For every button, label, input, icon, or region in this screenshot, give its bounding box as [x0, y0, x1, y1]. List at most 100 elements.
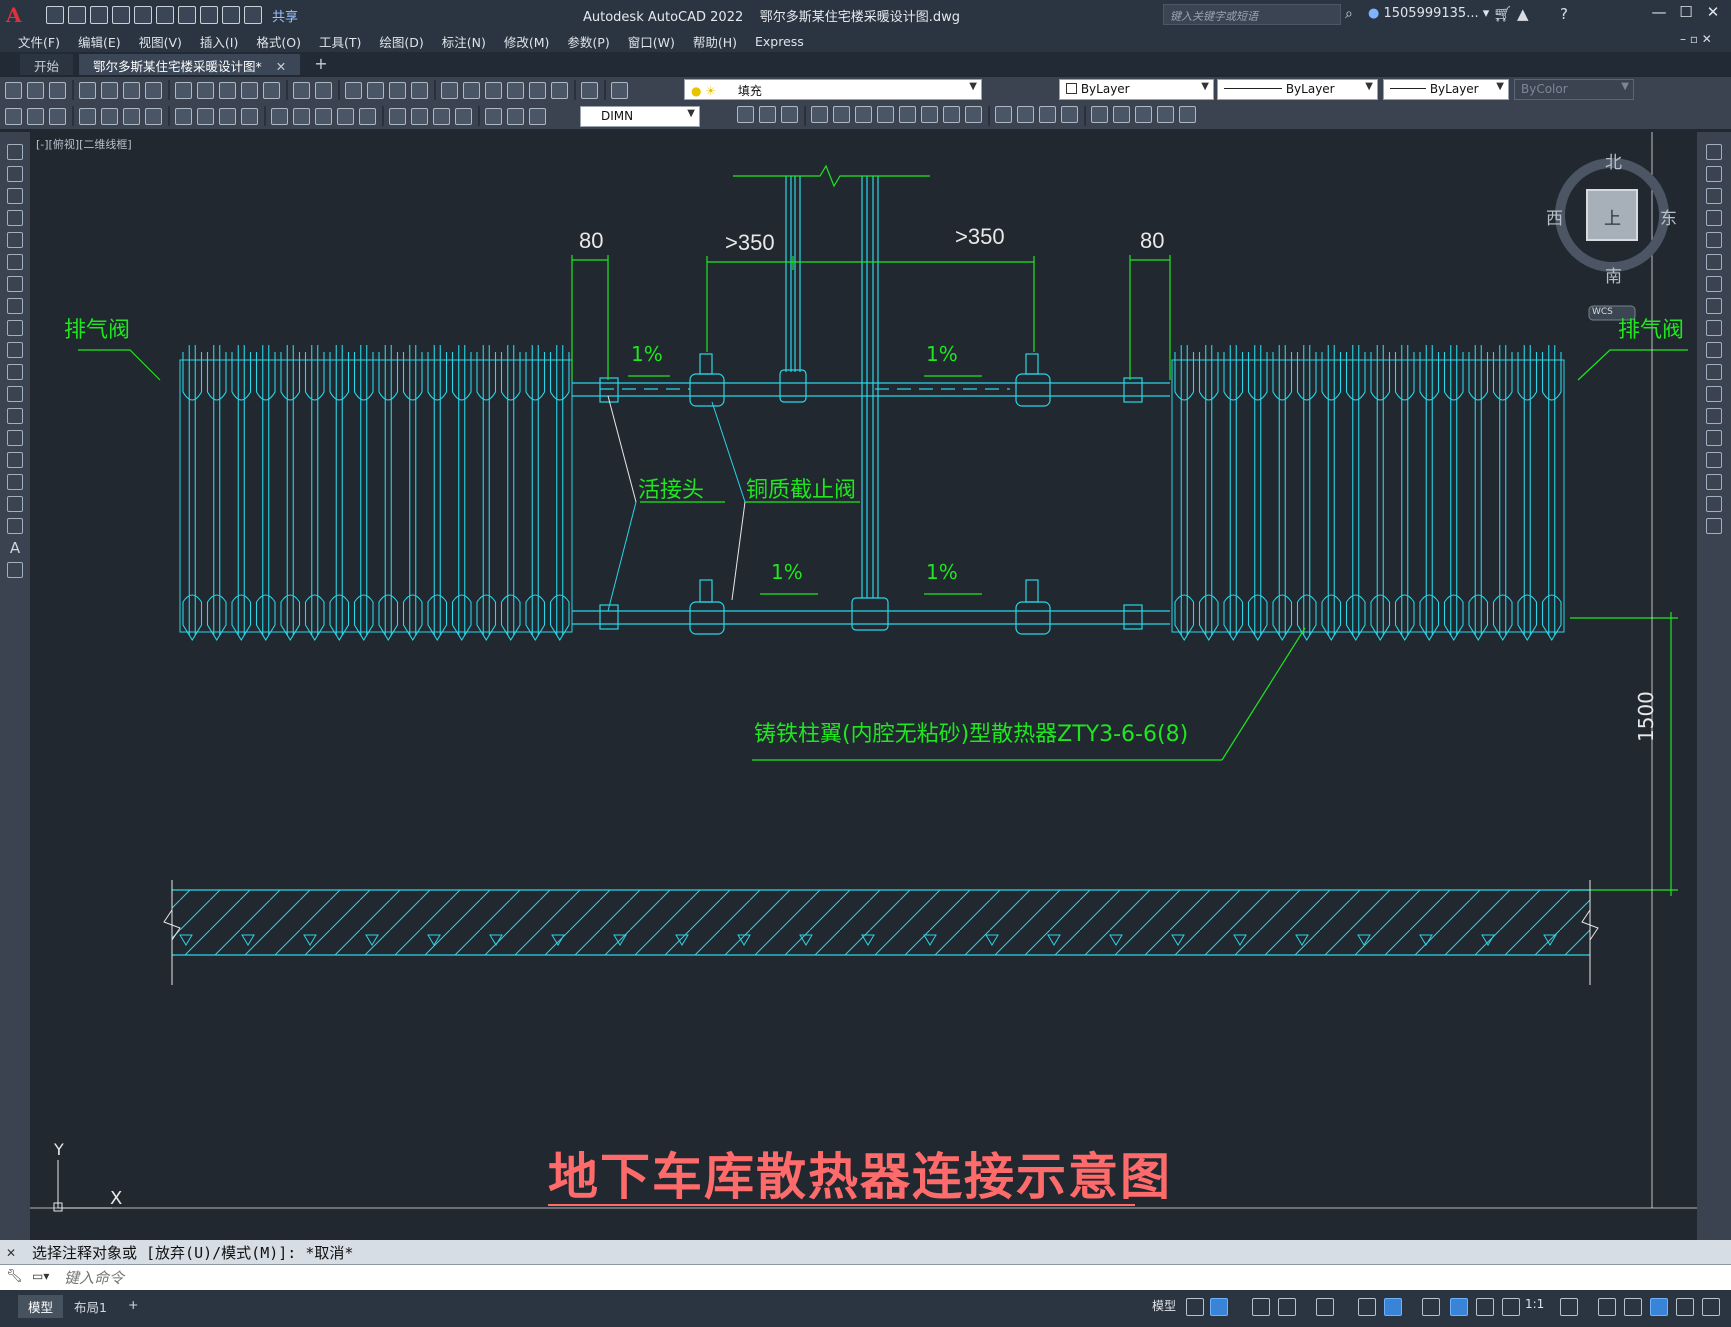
new-file-icon[interactable]: [46, 6, 64, 24]
zoom-previous-icon[interactable]: [411, 81, 428, 99]
close-button[interactable]: ✕: [1700, 3, 1726, 25]
quick-dim-icon[interactable]: [271, 107, 288, 125]
model-space-button[interactable]: 模型: [1152, 1297, 1176, 1317]
markup-icon[interactable]: [529, 81, 546, 99]
viewcube-north[interactable]: 北: [1605, 148, 1622, 173]
rotate-side-icon[interactable]: [1706, 276, 1722, 292]
viewcube[interactable]: [1555, 158, 1669, 321]
match-properties-icon[interactable]: [241, 81, 258, 99]
menu-tools[interactable]: 工具(T): [319, 32, 361, 51]
diameter-dim-icon[interactable]: [219, 107, 236, 125]
menu-parametric[interactable]: 参数(P): [567, 32, 609, 51]
save-web-icon[interactable]: [156, 6, 174, 24]
layer-dropdown[interactable]: ● ☀ 填充 ▼: [684, 79, 982, 100]
pan-icon[interactable]: [345, 81, 362, 99]
menu-draw[interactable]: 绘图(D): [379, 32, 423, 51]
polar-icon[interactable]: [1278, 1298, 1296, 1316]
quick-properties-icon[interactable]: [1650, 1298, 1668, 1316]
gradient-icon[interactable]: [7, 474, 23, 490]
save-toolbar-icon[interactable]: [49, 81, 66, 99]
help-toolbar-icon[interactable]: [581, 81, 598, 99]
join-icon[interactable]: [1017, 106, 1034, 123]
minimize-button[interactable]: —: [1646, 3, 1672, 25]
dim-break-icon[interactable]: [359, 107, 376, 125]
ungroup-icon[interactable]: [1135, 106, 1152, 123]
cut-icon[interactable]: [175, 81, 192, 99]
radius-dim-icon[interactable]: [175, 107, 192, 125]
table-icon[interactable]: [7, 518, 23, 534]
array-side-icon[interactable]: [1706, 232, 1722, 248]
copy-side-icon[interactable]: [1706, 166, 1722, 182]
tab-close-icon[interactable]: ✕: [276, 59, 286, 74]
open-web-icon[interactable]: [134, 6, 152, 24]
undo-icon[interactable]: [200, 6, 218, 24]
menu-format[interactable]: 格式(O): [256, 32, 301, 51]
share-button[interactable]: 共享: [272, 6, 298, 25]
3d-print-icon[interactable]: [145, 81, 162, 99]
tool-palettes-icon[interactable]: [485, 81, 502, 99]
ortho-icon[interactable]: [1252, 1298, 1270, 1316]
block-editor-icon[interactable]: [263, 81, 280, 99]
line-icon[interactable]: [7, 144, 23, 160]
preview-icon[interactable]: [101, 81, 118, 99]
object-snap-tracking-icon[interactable]: [1358, 1298, 1376, 1316]
menu-insert[interactable]: 插入(I): [200, 32, 238, 51]
extend-side-icon[interactable]: [1706, 364, 1722, 380]
isodraft-icon[interactable]: [1316, 1298, 1334, 1316]
command-prompt-icon[interactable]: ▭▾: [32, 1269, 49, 1283]
save-icon[interactable]: [90, 6, 108, 24]
linear-dim-icon[interactable]: [79, 107, 96, 125]
viewcube-top-face[interactable]: 上: [1604, 204, 1621, 229]
menu-view[interactable]: 视图(V): [139, 32, 182, 51]
menu-modify[interactable]: 修改(M): [504, 32, 550, 51]
center-mark-icon[interactable]: [411, 107, 428, 125]
dim-edit-icon[interactable]: [485, 107, 502, 125]
trim-icon[interactable]: [943, 106, 960, 123]
tab-start[interactable]: 开始: [20, 54, 74, 75]
polygon-icon[interactable]: [7, 210, 23, 226]
break-icon[interactable]: [995, 106, 1012, 123]
array-icon[interactable]: [833, 106, 850, 123]
sheet-set-icon[interactable]: [507, 81, 524, 99]
dim-tool-icon[interactable]: [27, 107, 44, 125]
explode-side-icon[interactable]: [1706, 518, 1722, 534]
annotation-monitor-icon[interactable]: [1598, 1298, 1616, 1316]
color-dropdown[interactable]: ByLayer ▼: [1059, 79, 1214, 100]
stretch-side-icon[interactable]: [1706, 320, 1722, 336]
object-snap-icon[interactable]: [1384, 1298, 1402, 1316]
inspection-icon[interactable]: [433, 107, 450, 125]
viewcube-east[interactable]: 东: [1660, 204, 1677, 229]
wrench-icon[interactable]: 🔧︎: [6, 1269, 23, 1284]
insert-block-icon[interactable]: [7, 386, 23, 402]
plot-icon[interactable]: [178, 6, 196, 24]
workspace-gear-icon[interactable]: [1560, 1298, 1578, 1316]
erase-side-icon[interactable]: [1706, 144, 1722, 160]
chamfer-icon[interactable]: [1039, 106, 1056, 123]
selection-cycling-icon[interactable]: [1502, 1298, 1520, 1316]
mtext-icon[interactable]: A: [7, 540, 23, 556]
viewcube-south[interactable]: 南: [1605, 262, 1622, 287]
baseline-dim-icon[interactable]: [293, 107, 310, 125]
plot-toolbar-icon[interactable]: [79, 81, 96, 99]
move-icon[interactable]: [855, 106, 872, 123]
menu-window[interactable]: 窗口(W): [628, 32, 675, 51]
menu-help[interactable]: 帮助(H): [693, 32, 737, 51]
construction-line-icon[interactable]: [7, 166, 23, 182]
layout1-tab[interactable]: 布局1: [64, 1295, 117, 1318]
stretch-icon[interactable]: [921, 106, 938, 123]
user-account[interactable]: ● 1505999135... ▾: [1368, 6, 1489, 21]
dim-tool-icon[interactable]: [5, 107, 22, 125]
ellipse-icon[interactable]: [7, 342, 23, 358]
mirror-side-icon[interactable]: [1706, 188, 1722, 204]
scale-side-icon[interactable]: [1706, 298, 1722, 314]
snap-icon[interactable]: [1210, 1298, 1228, 1316]
wcs-menu[interactable]: WCS: [1592, 307, 1613, 317]
model-tab[interactable]: 模型: [18, 1295, 64, 1318]
break-point-side-icon[interactable]: [1706, 386, 1722, 402]
offset-icon[interactable]: [811, 106, 828, 123]
add-selected-icon[interactable]: [7, 562, 23, 578]
explode-icon[interactable]: [1091, 106, 1108, 123]
arc-length-icon[interactable]: [123, 107, 140, 125]
layer-properties-icon[interactable]: [611, 81, 628, 99]
publish-icon[interactable]: [123, 81, 140, 99]
